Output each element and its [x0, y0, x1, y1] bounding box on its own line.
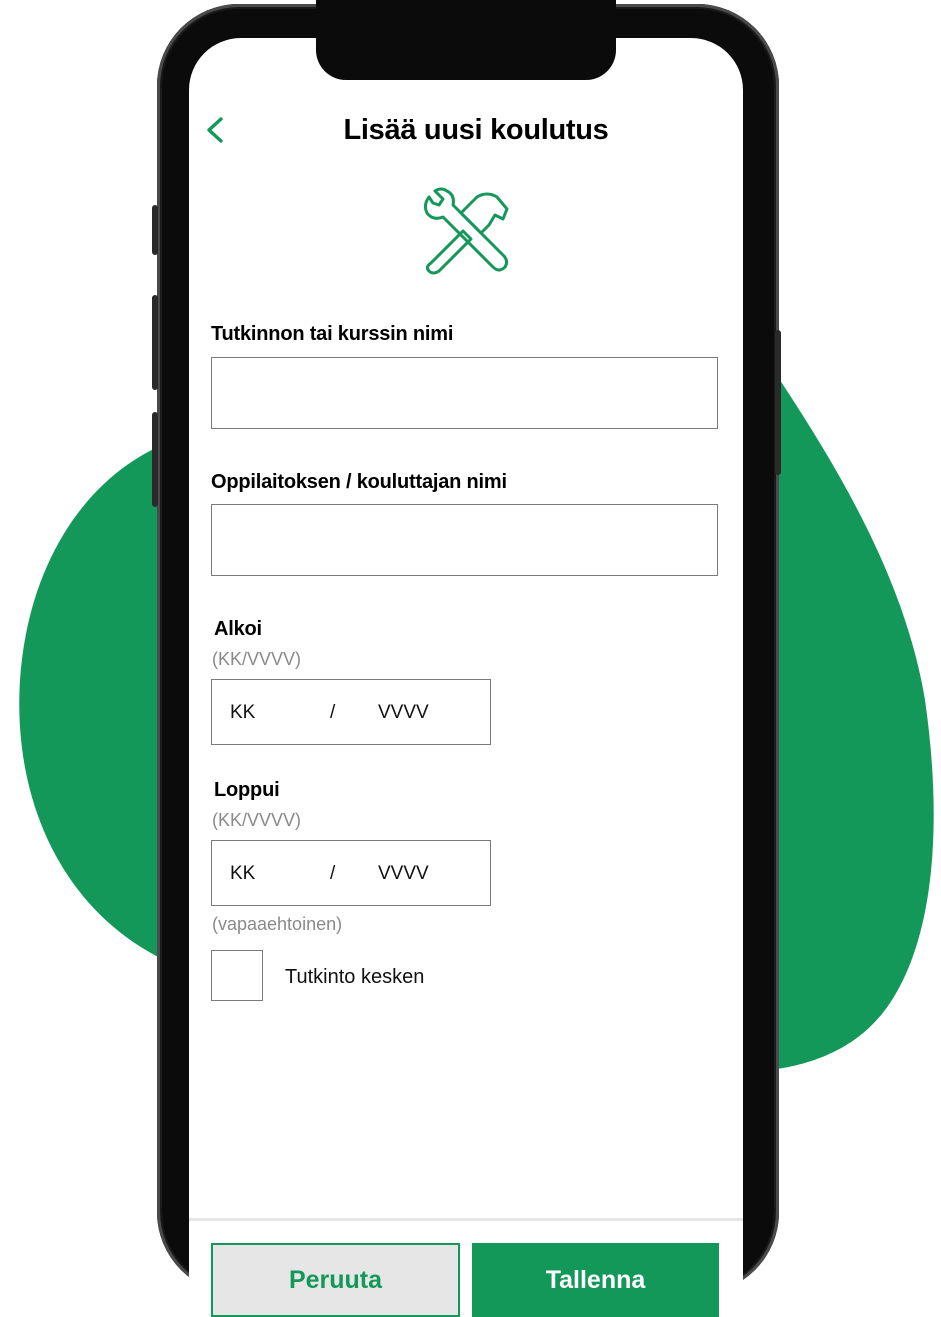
start-month-input[interactable]: KK — [230, 702, 255, 724]
phone-mute-switch — [152, 205, 158, 255]
phone-power-button — [775, 330, 781, 475]
end-date-hint: (KK/VVVV) — [212, 810, 302, 830]
start-year-input[interactable]: VVVV — [378, 702, 429, 724]
degree-name-input[interactable] — [211, 357, 718, 429]
save-button[interactable]: Tallenna — [472, 1243, 719, 1317]
start-date-hint: (KK/VVVV) — [212, 649, 302, 669]
start-date-field[interactable]: KK / VVVV — [211, 679, 491, 745]
tools-icon — [423, 187, 509, 275]
phone-volume-down — [152, 412, 158, 507]
start-date-separator: / — [330, 702, 336, 723]
end-date-field[interactable]: KK / VVVV — [211, 840, 491, 906]
end-year-input[interactable]: VVVV — [378, 863, 429, 885]
cancel-button[interactable]: Peruuta — [211, 1243, 460, 1317]
degree-name-label: Tutkinnon tai kurssin nimi — [211, 323, 454, 345]
end-date-separator: / — [330, 863, 336, 884]
phone-volume-up — [152, 295, 158, 390]
in-progress-label: Tutkinto kesken — [285, 966, 425, 988]
start-date-label: Alkoi — [214, 618, 262, 640]
end-month-input[interactable]: KK — [230, 863, 255, 885]
school-name-input[interactable] — [211, 504, 718, 576]
school-name-label: Oppilaitoksen / kouluttajan nimi — [211, 471, 507, 493]
end-date-optional-hint: (vapaaehtoinen) — [212, 914, 343, 934]
page-title: Lisää uusi koulutus — [343, 114, 609, 146]
phone-notch — [316, 0, 616, 80]
end-date-label: Loppui — [214, 779, 280, 801]
app-screen: Lisää uusi koulutus Tutkinnon tai kurssi… — [189, 38, 743, 1317]
footer-divider — [189, 1218, 743, 1221]
in-progress-checkbox[interactable] — [211, 950, 263, 1001]
